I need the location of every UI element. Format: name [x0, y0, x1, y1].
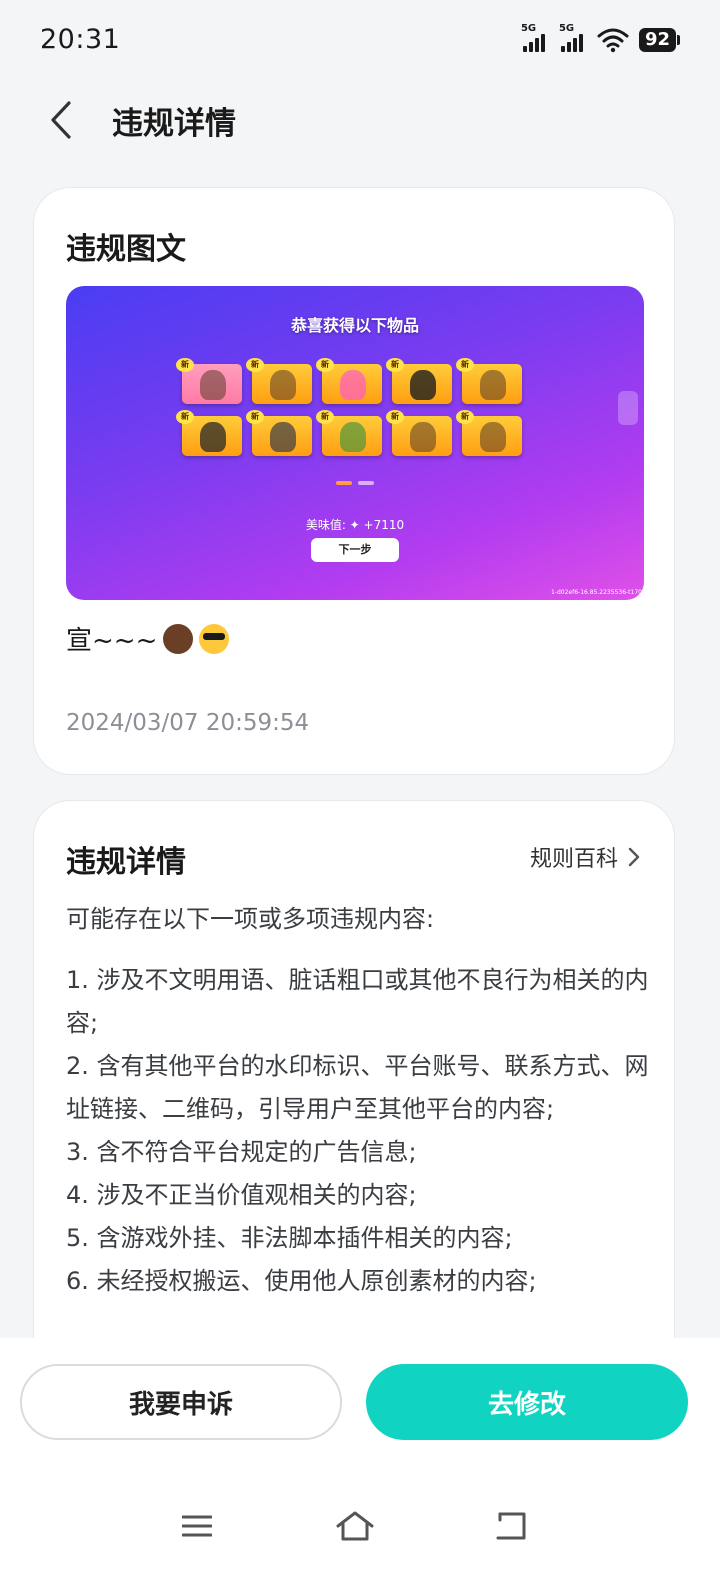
reward-grid: 新 新 新 新 新 新 新 新 新 新 [176, 358, 522, 456]
image-banner-title: 恭喜获得以下物品 [290, 316, 419, 335]
image-id-text: 1-d02ef6-16.85.2235536-t170 [551, 589, 642, 596]
violating-post-card: 违规图文 恭喜获得以下物品 新 新 新 新 新 新 新 新 新 新 美味值: ✦… [34, 188, 674, 774]
rule-list: 1. 涉及不文明用语、脏话粗口或其他不良行为相关的内容; 2. 含有其他平台的水… [66, 959, 652, 1303]
post-timestamp: 2024/03/07 20:59:54 [66, 710, 310, 736]
status-time: 20:31 [40, 24, 121, 55]
reward-item: 新 [456, 358, 522, 404]
header: 违规详情 [0, 86, 720, 156]
wifi-icon [597, 28, 629, 53]
post-image[interactable]: 恭喜获得以下物品 新 新 新 新 新 新 新 新 新 新 美味值: ✦ +711… [66, 286, 644, 600]
page-dots [336, 481, 374, 485]
image-next-arrow [618, 391, 638, 425]
reward-item: 新 [386, 358, 452, 404]
rule-item: 4. 涉及不正当价值观相关的内容; [66, 1181, 417, 1209]
page-title: 违规详情 [112, 106, 236, 142]
reward-item: 新 [386, 410, 452, 456]
post-text: 宣~~~ [66, 620, 230, 657]
violation-intro: 可能存在以下一项或多项违规内容: [66, 905, 435, 933]
ok-hand-emoji-icon [163, 623, 194, 654]
card-title: 违规图文 [66, 232, 186, 267]
violation-detail-card: 违规详情 规则百科 可能存在以下一项或多项违规内容: 1. 涉及不文明用语、脏话… [34, 801, 674, 1421]
sunglasses-emoji-icon [199, 623, 230, 654]
chevron-left-icon [51, 101, 71, 139]
rule-item: 6. 未经授权搬运、使用他人原创素材的内容; [66, 1267, 537, 1295]
chevron-right-icon [628, 847, 640, 867]
home-icon[interactable] [335, 1510, 375, 1542]
reward-item: 新 [316, 410, 382, 456]
status-icons: 5G 5G 92 [521, 23, 680, 54]
modify-button[interactable]: 去修改 [366, 1364, 688, 1440]
appeal-button[interactable]: 我要申诉 [20, 1364, 342, 1440]
rule-item: 3. 含不符合平台规定的广告信息; [66, 1138, 417, 1166]
cellular-signal-icon: 5G [521, 23, 549, 54]
score-text: 美味值: ✦ +7110 [305, 518, 405, 532]
reward-item: 新 [176, 358, 242, 404]
back-nav-icon[interactable] [494, 1510, 528, 1542]
card-title: 违规详情 [66, 845, 186, 880]
battery-level: 92 [638, 28, 676, 52]
reward-item: 新 [456, 410, 522, 456]
reward-item: 新 [316, 358, 382, 404]
rule-item: 1. 涉及不文明用语、脏话粗口或其他不良行为相关的内容; [66, 966, 649, 1037]
reward-item: 新 [246, 358, 312, 404]
rule-encyclopedia-link[interactable]: 规则百科 [530, 841, 640, 873]
post-text-content: 宣~~~ [66, 626, 158, 656]
status-bar: 20:31 5G 5G 92 [0, 0, 720, 86]
image-next-button: 下一步 [311, 538, 399, 562]
rule-item: 2. 含有其他平台的水印标识、平台账号、联系方式、网址链接、二维码，引导用户至其… [66, 1052, 649, 1123]
rule-item: 5. 含游戏外挂、非法脚本插件相关的内容; [66, 1224, 513, 1252]
back-button[interactable] [36, 92, 86, 148]
cellular-signal-icon: 5G [559, 23, 587, 54]
reward-item: 新 [246, 410, 312, 456]
system-nav-bar [0, 1498, 720, 1558]
reward-item: 新 [176, 410, 242, 456]
battery-icon: 92 [638, 28, 680, 52]
menu-icon[interactable] [182, 1514, 212, 1538]
